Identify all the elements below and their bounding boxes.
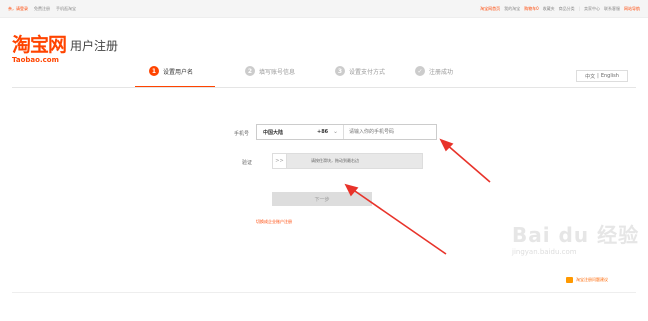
chevron-down-icon[interactable]: ⌄	[333, 128, 338, 135]
check-icon: ✓	[415, 66, 425, 76]
home-link[interactable]: 淘宝网首页	[480, 5, 500, 12]
phone-field: 中国大陆 +86 ⌄	[256, 124, 437, 140]
footer-divider	[12, 292, 636, 293]
phone-input[interactable]	[343, 125, 437, 139]
mobile-link[interactable]: 手机逛淘宝	[56, 5, 76, 12]
arrowhead	[439, 138, 454, 152]
divider: |	[578, 6, 580, 11]
next-button[interactable]: 下一步	[272, 192, 372, 206]
site-nav-link[interactable]: 网站导航	[624, 5, 640, 12]
logo-subtext: Taobao.com	[12, 56, 59, 64]
top-bar: 亲，请登录 免费注册 手机逛淘宝 淘宝网首页 我的淘宝 购物车0 收藏夹 商品分…	[0, 0, 648, 18]
registration-steps: 1 设置用户名 2 填写账号信息 3 设置支付方式 ✓ 注册成功	[135, 66, 495, 84]
watermark-brand: Bai du 经验	[512, 223, 640, 247]
feedback-icon	[566, 277, 573, 283]
feedback-link[interactable]: 淘宝注册问题建议	[566, 277, 608, 283]
step-1: 1 设置用户名	[149, 66, 193, 76]
favorites-link[interactable]: 收藏夹	[543, 5, 555, 12]
step-number: 2	[245, 66, 255, 76]
country-code[interactable]: +86	[317, 129, 328, 135]
lang-english[interactable]: English	[601, 73, 619, 79]
lang-separator: |	[597, 73, 599, 79]
country-select[interactable]: 中国大陆	[263, 129, 283, 136]
contact-link[interactable]: 联系客服	[604, 5, 620, 12]
language-switcher[interactable]: 中文 | English	[576, 70, 628, 82]
page-title: 用户注册	[70, 39, 119, 53]
step-number: 1	[149, 66, 159, 76]
step-label: 填写账号信息	[259, 68, 296, 76]
seller-center-link[interactable]: 卖家中心	[584, 5, 600, 12]
step-label: 注册成功	[429, 68, 454, 76]
taobao-logo[interactable]: 淘宝网 Taobao.com	[12, 34, 67, 64]
top-bar-right: 淘宝网首页 我的淘宝 购物车0 收藏夹 商品分类 | 卖家中心 联系客服 网站导…	[480, 5, 640, 12]
baidu-watermark: Bai du 经验 jingyan.baidu.com	[512, 223, 640, 264]
categories-link[interactable]: 商品分类	[559, 5, 575, 12]
step-2: 2 填写账号信息	[245, 66, 295, 76]
steps-divider	[12, 87, 636, 88]
my-taobao-link[interactable]: 我的淘宝	[504, 5, 520, 12]
top-bar-left: 亲，请登录 免费注册 手机逛淘宝	[8, 5, 76, 12]
logo-text: 淘宝网	[12, 34, 67, 56]
login-link[interactable]: 亲，请登录	[8, 5, 28, 12]
cart-link[interactable]: 购物车0	[524, 5, 539, 12]
step-3: 3 设置支付方式	[335, 66, 385, 76]
feedback-label[interactable]: 淘宝注册问题建议	[576, 277, 608, 283]
step-4: ✓ 注册成功	[415, 66, 453, 76]
step-label: 设置用户名	[163, 68, 194, 76]
slider-hint: 请按住滑块，拖动到最右边	[311, 158, 359, 163]
phone-label: 手机号	[234, 131, 250, 137]
step-label: 设置支付方式	[349, 68, 386, 76]
slider-handle[interactable]: >>	[273, 154, 287, 168]
watermark-url: jingyan.baidu.com	[512, 248, 577, 256]
verify-label: 验证	[242, 160, 253, 166]
lang-current[interactable]: 中文	[585, 73, 595, 80]
enterprise-register-link[interactable]: 切换成企业账户注册	[256, 219, 292, 225]
register-link[interactable]: 免费注册	[34, 5, 50, 12]
arrow-to-phone-field	[445, 143, 491, 183]
verify-slider[interactable]: >> 请按住滑块，拖动到最右边	[272, 153, 423, 169]
step-number: 3	[335, 66, 345, 76]
